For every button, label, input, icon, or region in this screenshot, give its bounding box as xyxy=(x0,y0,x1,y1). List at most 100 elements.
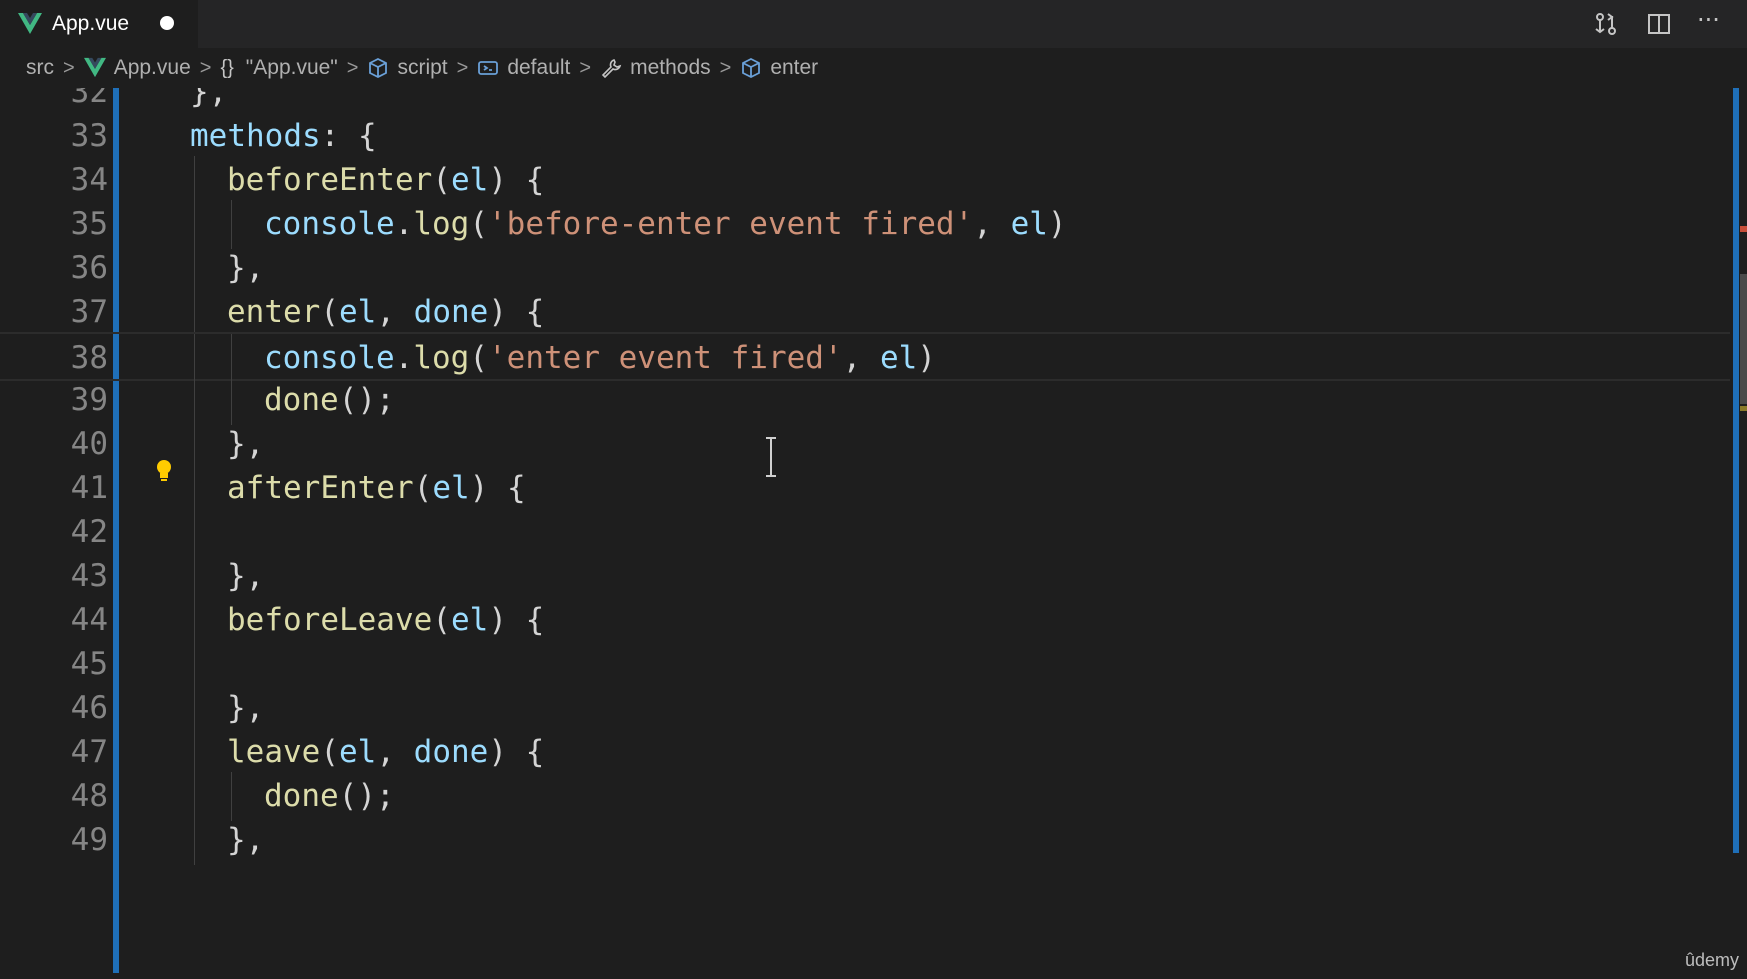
wrench-icon xyxy=(601,59,622,79)
code-token: el xyxy=(1010,206,1048,242)
code-line[interactable]: 46}, xyxy=(0,684,1730,733)
line-number: 42 xyxy=(70,514,108,550)
code-token: ) { xyxy=(488,294,545,330)
compare-changes-icon[interactable] xyxy=(1592,10,1620,38)
code-token: 'enter event fired' xyxy=(488,340,843,376)
line-number: 47 xyxy=(70,734,108,770)
line-number: 33 xyxy=(70,118,108,154)
symbol-icon xyxy=(478,61,499,75)
text-cursor-icon xyxy=(766,437,776,477)
breadcrumb: src > App.vue > {} "App.vue" > script > default > m… xyxy=(0,48,1747,88)
code-token: beforeLeave xyxy=(227,602,433,638)
indent-guide xyxy=(194,244,195,293)
indent-guide xyxy=(231,772,232,821)
code-line[interactable]: 39 done(); xyxy=(0,376,1730,425)
code-line[interactable]: 45 xyxy=(0,640,1730,689)
code-token: ) { xyxy=(469,470,526,506)
code-line[interactable]: 47 leave(el, done) { xyxy=(0,728,1730,777)
code-token: console xyxy=(264,206,395,242)
code-token: el xyxy=(450,162,489,198)
scrollbar-warning-marker xyxy=(1740,406,1747,411)
breadcrumb-separator: > xyxy=(719,56,732,79)
code-token: console xyxy=(264,340,395,376)
breadcrumb-separator: > xyxy=(63,56,75,79)
indent-guide xyxy=(194,420,195,469)
breadcrumb-item-6[interactable]: enter xyxy=(740,56,818,80)
scrollbar-thumb[interactable] xyxy=(1740,274,1747,404)
code-line[interactable]: 36}, xyxy=(0,244,1730,293)
code-line[interactable]: 34 beforeEnter(el) { xyxy=(0,156,1730,205)
lightbulb-icon[interactable] xyxy=(153,458,175,484)
code-text: enter(el, done) { xyxy=(227,288,544,337)
code-text: }, xyxy=(227,552,264,601)
code-token: }, xyxy=(227,250,265,286)
code-token: el xyxy=(339,734,377,770)
scrollbar-error-marker xyxy=(1740,226,1747,232)
code-token: leave xyxy=(227,734,321,770)
code-token: ( xyxy=(413,470,433,506)
code-line[interactable]: 33 methods: { xyxy=(0,112,1730,161)
code-token: afterEnter xyxy=(227,470,414,506)
code-token: log xyxy=(413,340,470,376)
code-line[interactable]: 35 console.log('before-enter event fired'… xyxy=(0,200,1730,249)
indent-guide xyxy=(194,200,195,249)
line-number: 49 xyxy=(70,822,108,858)
code-line[interactable]: 43}, xyxy=(0,552,1730,601)
unsaved-dot-icon[interactable] xyxy=(160,16,174,30)
code-token: }, xyxy=(227,690,265,726)
code-token: , xyxy=(842,340,880,376)
breadcrumb-separator: > xyxy=(346,56,359,79)
cube-icon xyxy=(742,57,761,79)
code-token: el xyxy=(432,470,470,506)
code-line[interactable]: 40}, xyxy=(0,420,1730,469)
code-text: afterEnter(el) { xyxy=(227,464,526,513)
indent-guide xyxy=(194,728,195,777)
editor-scrollbar[interactable] xyxy=(1731,88,1747,973)
code-token: done xyxy=(264,778,339,814)
code-line[interactable]: 41 afterEnter(el) { xyxy=(0,464,1730,513)
tab-app-vue[interactable]: App.vue xyxy=(0,0,198,48)
code-token: : { xyxy=(320,118,377,154)
code-token: el xyxy=(450,602,489,638)
code-line[interactable]: 38 console.log('enter event fired', el) xyxy=(0,332,1730,383)
code-token: }, xyxy=(227,426,265,462)
code-token: ) xyxy=(1047,206,1067,242)
breadcrumb-label: methods xyxy=(630,56,711,79)
line-number: 44 xyxy=(70,602,108,638)
code-editor[interactable]: 32}, 33 methods: {34 beforeEnter(el) {35 con… xyxy=(0,88,1747,973)
breadcrumb-item-2[interactable]: {} "App.vue" xyxy=(220,56,337,80)
code-line[interactable]: 44 beforeLeave(el) { xyxy=(0,596,1730,645)
breadcrumb-item-0[interactable]: src xyxy=(26,56,54,80)
breadcrumb-item-3[interactable]: script xyxy=(367,56,448,80)
line-number: 39 xyxy=(70,382,108,418)
braces-icon: {} xyxy=(220,57,234,79)
indent-guide xyxy=(194,596,195,645)
code-token: ( xyxy=(432,602,451,638)
breadcrumb-item-1[interactable]: App.vue xyxy=(83,56,191,80)
breadcrumb-label: default xyxy=(507,56,571,79)
split-editor-icon[interactable] xyxy=(1645,10,1673,38)
indent-guide xyxy=(194,772,195,821)
code-line[interactable]: 49}, xyxy=(0,816,1730,865)
code-token: ) { xyxy=(488,602,545,638)
breadcrumb-label: "App.vue" xyxy=(245,56,338,79)
breadcrumb-separator: > xyxy=(579,56,592,79)
indent-guide xyxy=(194,464,195,513)
code-text: }, xyxy=(227,420,264,469)
line-number: 36 xyxy=(70,250,108,286)
line-number: 35 xyxy=(70,206,108,242)
breadcrumb-item-4[interactable]: default xyxy=(477,56,570,80)
code-token: enter xyxy=(227,294,321,330)
code-token: el xyxy=(339,294,377,330)
code-token: }, xyxy=(227,822,265,858)
code-token: ( xyxy=(432,162,451,198)
more-actions-icon[interactable]: ··· xyxy=(1697,6,1731,34)
vue-icon xyxy=(83,57,106,78)
code-text: done(); xyxy=(264,772,395,821)
code-line[interactable]: 37 enter(el, done) { xyxy=(0,288,1730,337)
code-text: }, xyxy=(227,816,264,865)
title-bar: App.vue ··· xyxy=(0,0,1747,48)
breadcrumb-item-5[interactable]: methods xyxy=(600,56,711,80)
code-line[interactable]: 48 done(); xyxy=(0,772,1730,821)
code-line[interactable]: 42 xyxy=(0,508,1730,557)
